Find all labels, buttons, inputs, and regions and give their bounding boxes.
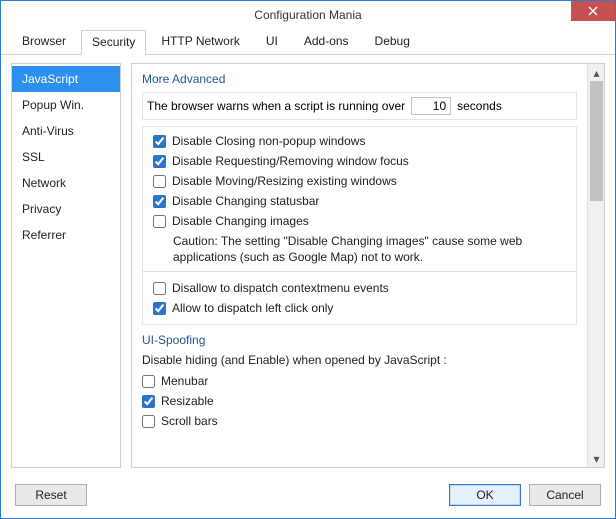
tab-browser[interactable]: Browser [11, 29, 77, 54]
vertical-scrollbar[interactable]: ▴ ▾ [587, 64, 604, 467]
chk-window-focus[interactable] [153, 155, 166, 168]
chk-contextmenu[interactable] [153, 282, 166, 295]
sidebar: JavaScript Popup Win. Anti-Virus SSL Net… [11, 63, 121, 468]
lbl-statusbar: Disable Changing statusbar [172, 194, 319, 208]
tabbar: Browser Security HTTP Network UI Add-ons… [1, 29, 615, 55]
scroll-up-arrow-icon[interactable]: ▴ [588, 64, 605, 81]
lbl-leftclick: Allow to dispatch left click only [172, 301, 333, 315]
reset-button[interactable]: Reset [15, 484, 87, 506]
scroll-down-arrow-icon[interactable]: ▾ [588, 450, 605, 467]
more-advanced-options: Disable Closing non-popup windows Disabl… [142, 126, 577, 325]
chk-images[interactable] [153, 215, 166, 228]
lbl-window-focus: Disable Requesting/Removing window focus [172, 154, 409, 168]
main-panel: More Advanced The browser warns when a s… [131, 63, 605, 468]
warn-suffix: seconds [457, 99, 502, 113]
scroll-thumb[interactable] [590, 81, 603, 201]
chk-move-resize[interactable] [153, 175, 166, 188]
sidebar-item-referrer[interactable]: Referrer [12, 222, 120, 248]
sidebar-item-network[interactable]: Network [12, 170, 120, 196]
chk-menubar[interactable] [142, 375, 155, 388]
tab-debug[interactable]: Debug [364, 29, 421, 54]
tab-http-network[interactable]: HTTP Network [150, 29, 250, 54]
close-button[interactable] [571, 1, 615, 21]
sidebar-item-ssl[interactable]: SSL [12, 144, 120, 170]
group-title-ui-spoofing: UI-Spoofing [142, 333, 577, 347]
footer: Reset OK Cancel [1, 472, 615, 518]
tab-addons[interactable]: Add-ons [293, 29, 360, 54]
lbl-move-resize: Disable Moving/Resizing existing windows [172, 174, 397, 188]
sidebar-item-privacy[interactable]: Privacy [12, 196, 120, 222]
sidebar-item-popup[interactable]: Popup Win. [12, 92, 120, 118]
warn-prefix: The browser warns when a script is runni… [147, 99, 405, 113]
config-window: Configuration Mania Browser Security HTT… [0, 0, 616, 519]
lbl-contextmenu: Disallow to dispatch contextmenu events [172, 281, 389, 295]
lbl-scrollbars: Scroll bars [161, 414, 218, 428]
lbl-menubar: Menubar [161, 374, 208, 388]
tab-security[interactable]: Security [81, 30, 146, 55]
content: More Advanced The browser warns when a s… [132, 64, 587, 467]
tab-ui[interactable]: UI [255, 29, 289, 54]
chk-resizable[interactable] [142, 395, 155, 408]
chk-statusbar[interactable] [153, 195, 166, 208]
warn-seconds-input[interactable] [411, 97, 451, 115]
lbl-close-nonpopup: Disable Closing non-popup windows [172, 134, 365, 148]
lbl-resizable: Resizable [161, 394, 214, 408]
chk-leftclick[interactable] [153, 302, 166, 315]
cancel-button[interactable]: Cancel [529, 484, 601, 506]
window-title: Configuration Mania [254, 8, 361, 22]
titlebar: Configuration Mania [1, 1, 615, 29]
sidebar-item-antivirus[interactable]: Anti-Virus [12, 118, 120, 144]
body: JavaScript Popup Win. Anti-Virus SSL Net… [1, 55, 615, 472]
chk-scrollbars[interactable] [142, 415, 155, 428]
sidebar-item-javascript[interactable]: JavaScript [12, 66, 120, 92]
close-icon [588, 6, 598, 16]
ui-spoofing-subtitle: Disable hiding (and Enable) when opened … [142, 353, 577, 367]
group-title-more-advanced: More Advanced [142, 72, 577, 86]
chk-close-nonpopup[interactable] [153, 135, 166, 148]
separator [143, 271, 576, 272]
script-warn-row: The browser warns when a script is runni… [142, 92, 577, 120]
ok-button[interactable]: OK [449, 484, 521, 506]
lbl-images: Disable Changing images [172, 214, 309, 228]
caution-text: Caution: The setting "Disable Changing i… [173, 233, 566, 265]
